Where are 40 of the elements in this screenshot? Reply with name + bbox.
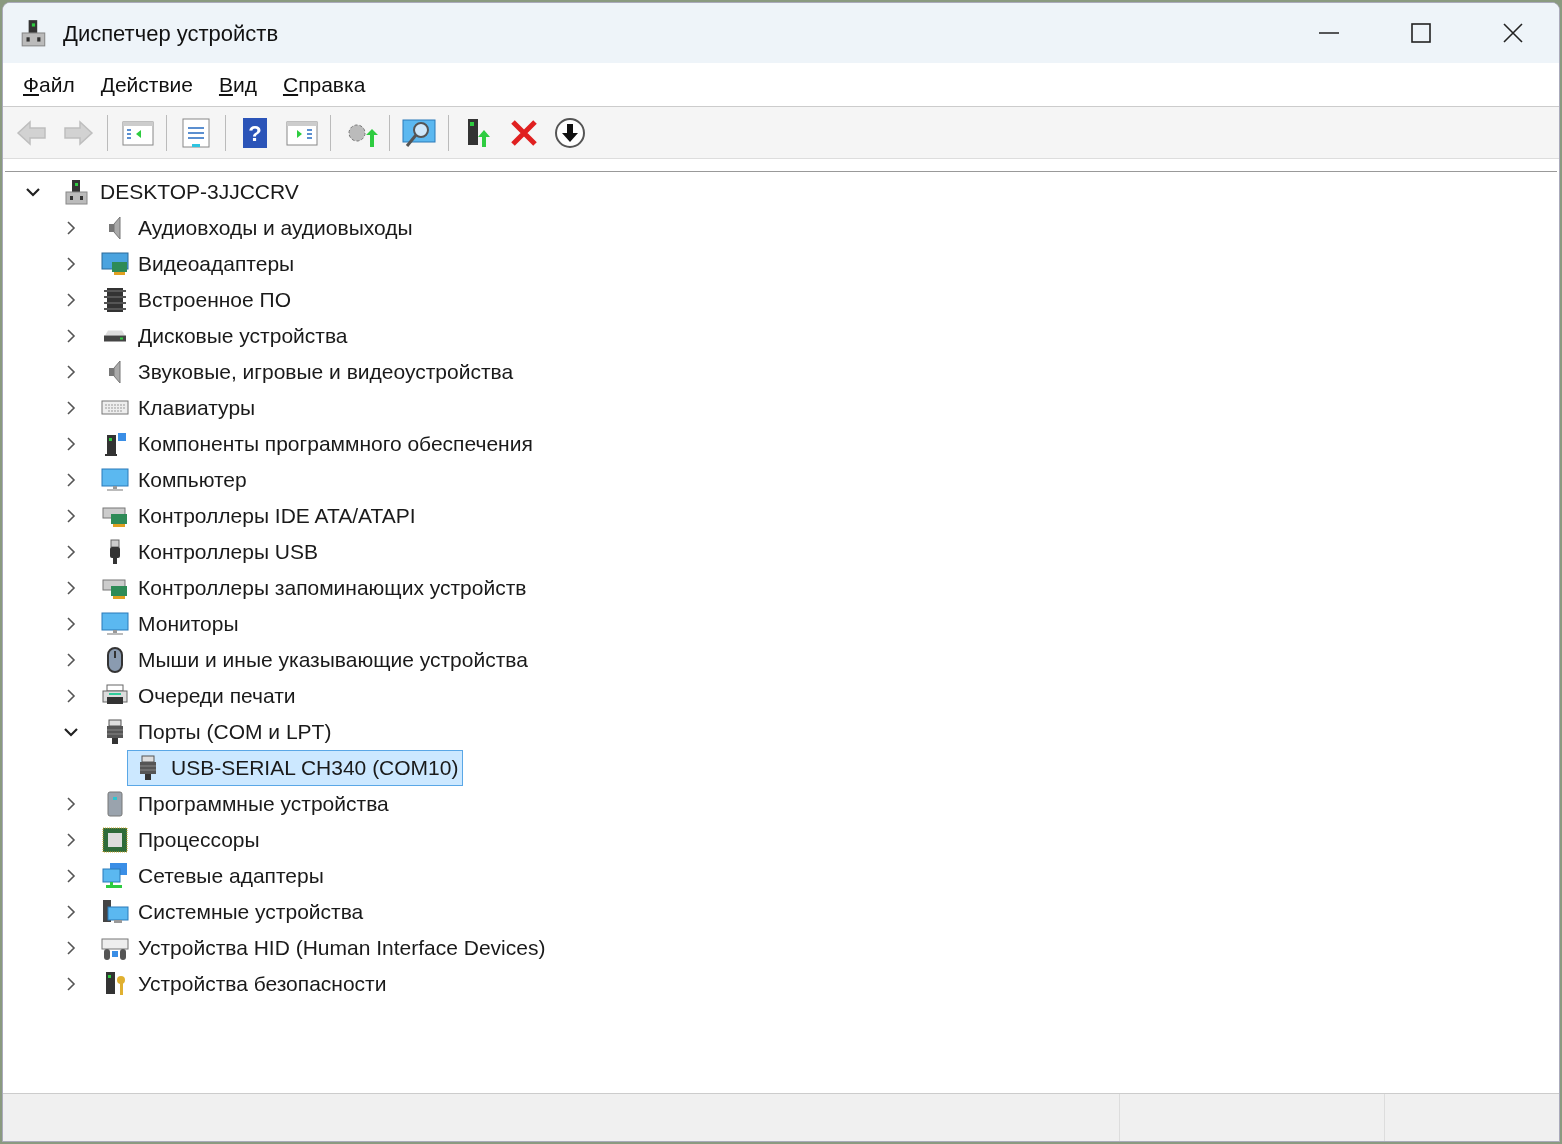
tree-item[interactable]: USB-SERIAL CH340 (COM10) (127, 750, 464, 786)
network-icon (101, 862, 129, 890)
tree-item[interactable]: Дисковые устройства (100, 318, 353, 354)
close-icon (1502, 22, 1524, 44)
system-icon (101, 898, 129, 926)
tree-item[interactable]: DESKTOP-3JJCCRV (62, 174, 304, 210)
tree-item[interactable]: Контроллеры IDE ATA/ATAPI (100, 498, 421, 534)
menu-item[interactable]: Действие (89, 68, 204, 101)
tree-item[interactable]: Мыши и иные указывающие устройства (100, 642, 533, 678)
disk-drive-icon (101, 330, 129, 342)
tree-item[interactable]: Видеоадаптеры (100, 246, 300, 282)
tree-item[interactable]: Мониторы (100, 606, 244, 642)
computer-icon (63, 178, 91, 206)
tree-item[interactable]: Устройства HID (Human Interface Devices) (100, 930, 551, 966)
tree-item[interactable]: Системные устройства (100, 894, 369, 930)
tree-item[interactable]: Процессоры (100, 822, 265, 858)
monitor-icon (101, 466, 129, 494)
minimize-icon (1318, 32, 1340, 34)
menu-item[interactable]: Вид (207, 68, 268, 101)
menu-item[interactable]: Файл (12, 68, 86, 101)
chip-icon (101, 286, 129, 314)
tree-item[interactable]: Программные устройства (100, 786, 394, 822)
tree-item[interactable]: Клавиатуры (100, 390, 261, 426)
window-title: Диспетчер устройств (63, 19, 279, 48)
tree-item[interactable]: Очереди печати (100, 678, 301, 714)
tree-item[interactable]: Сетевые адаптеры (100, 858, 329, 894)
monitor-icon (101, 610, 129, 638)
tree-item[interactable]: Компьютер (100, 462, 252, 498)
tree-item[interactable]: Аудиовходы и аудиовыходы (100, 210, 418, 246)
tree-item[interactable]: Компоненты программного обеспечения (100, 426, 538, 462)
tree-item[interactable]: Звуковые, игровые и видеоустройства (100, 354, 519, 390)
maximize-icon (1410, 22, 1432, 44)
display-card-icon (101, 250, 129, 278)
tree-item[interactable]: Встроенное ПО (100, 282, 296, 318)
tree-item[interactable]: Контроллеры USB (100, 534, 323, 570)
menu-item[interactable]: Справка (271, 68, 377, 101)
tree-item[interactable]: Порты (COM и LPT) (100, 714, 337, 750)
tree-item[interactable]: Контроллеры запоминающих устройств (100, 570, 532, 606)
processor-icon (101, 826, 129, 854)
tree-item[interactable]: Устройства безопасности (100, 966, 392, 1002)
